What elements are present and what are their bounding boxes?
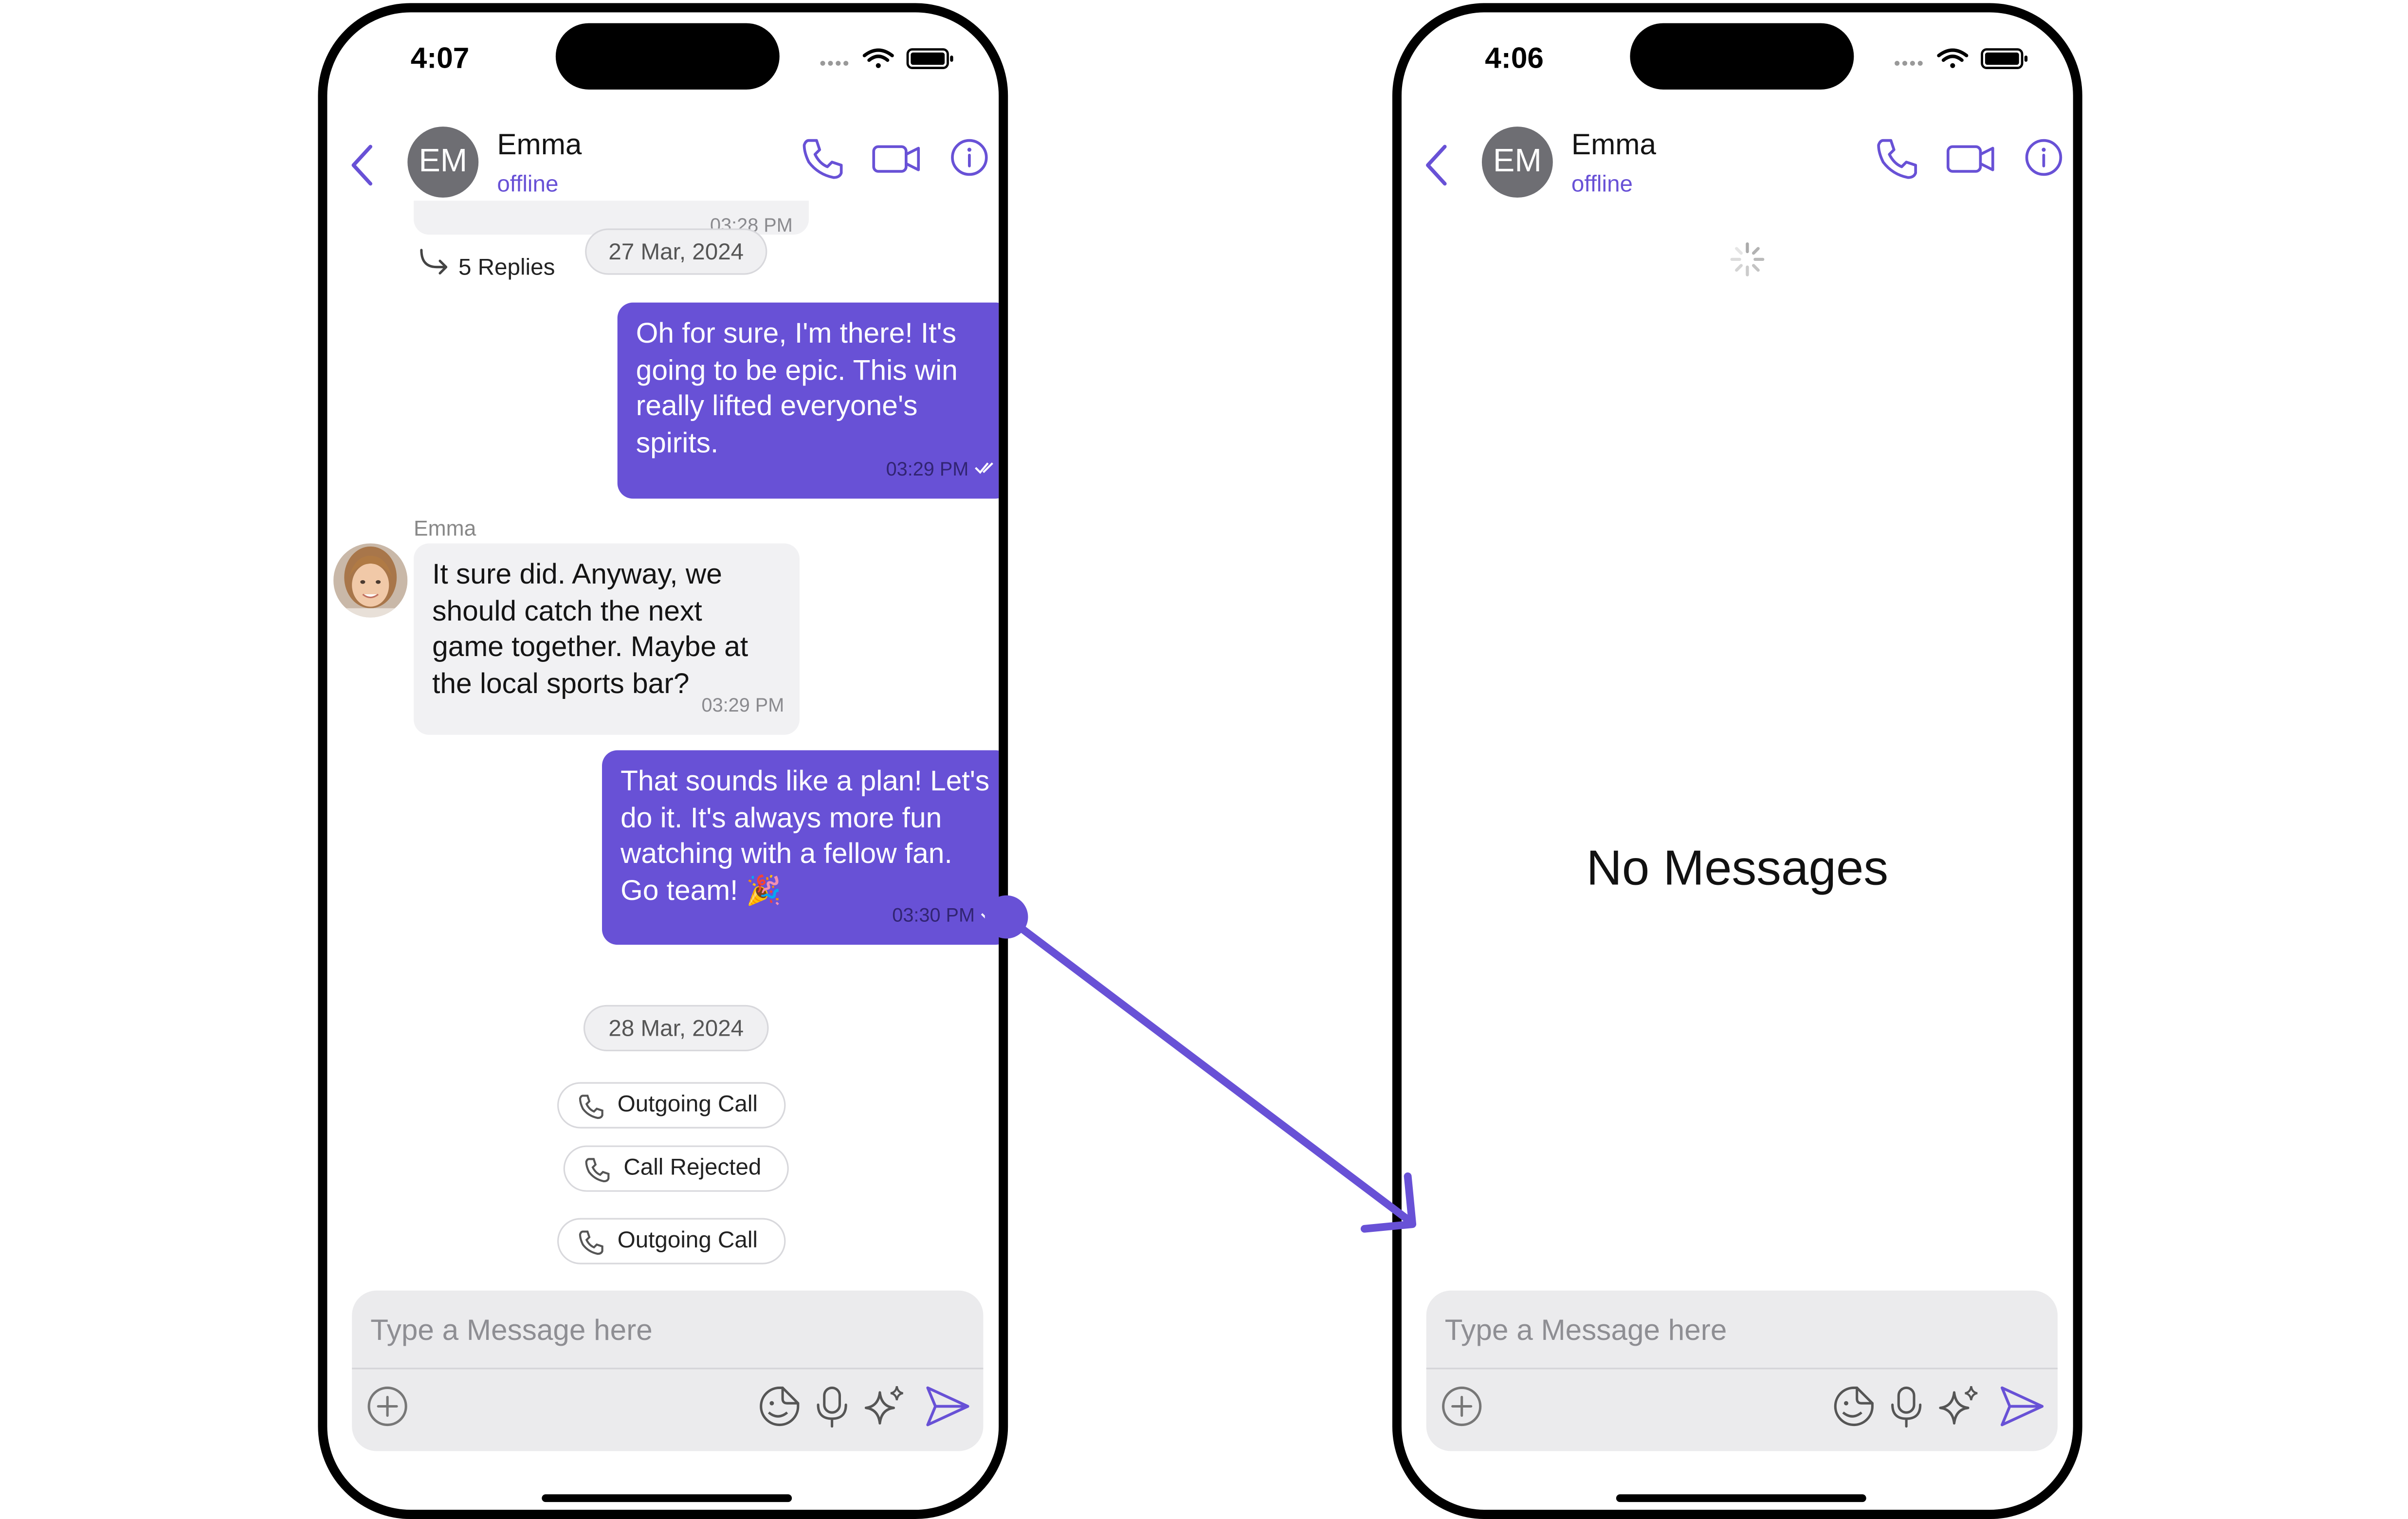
stage: 4:07 EM Emma offline 03:28 PM 5 Replies … <box>0 0 2408 1519</box>
annotation-arrow <box>985 895 1417 1233</box>
